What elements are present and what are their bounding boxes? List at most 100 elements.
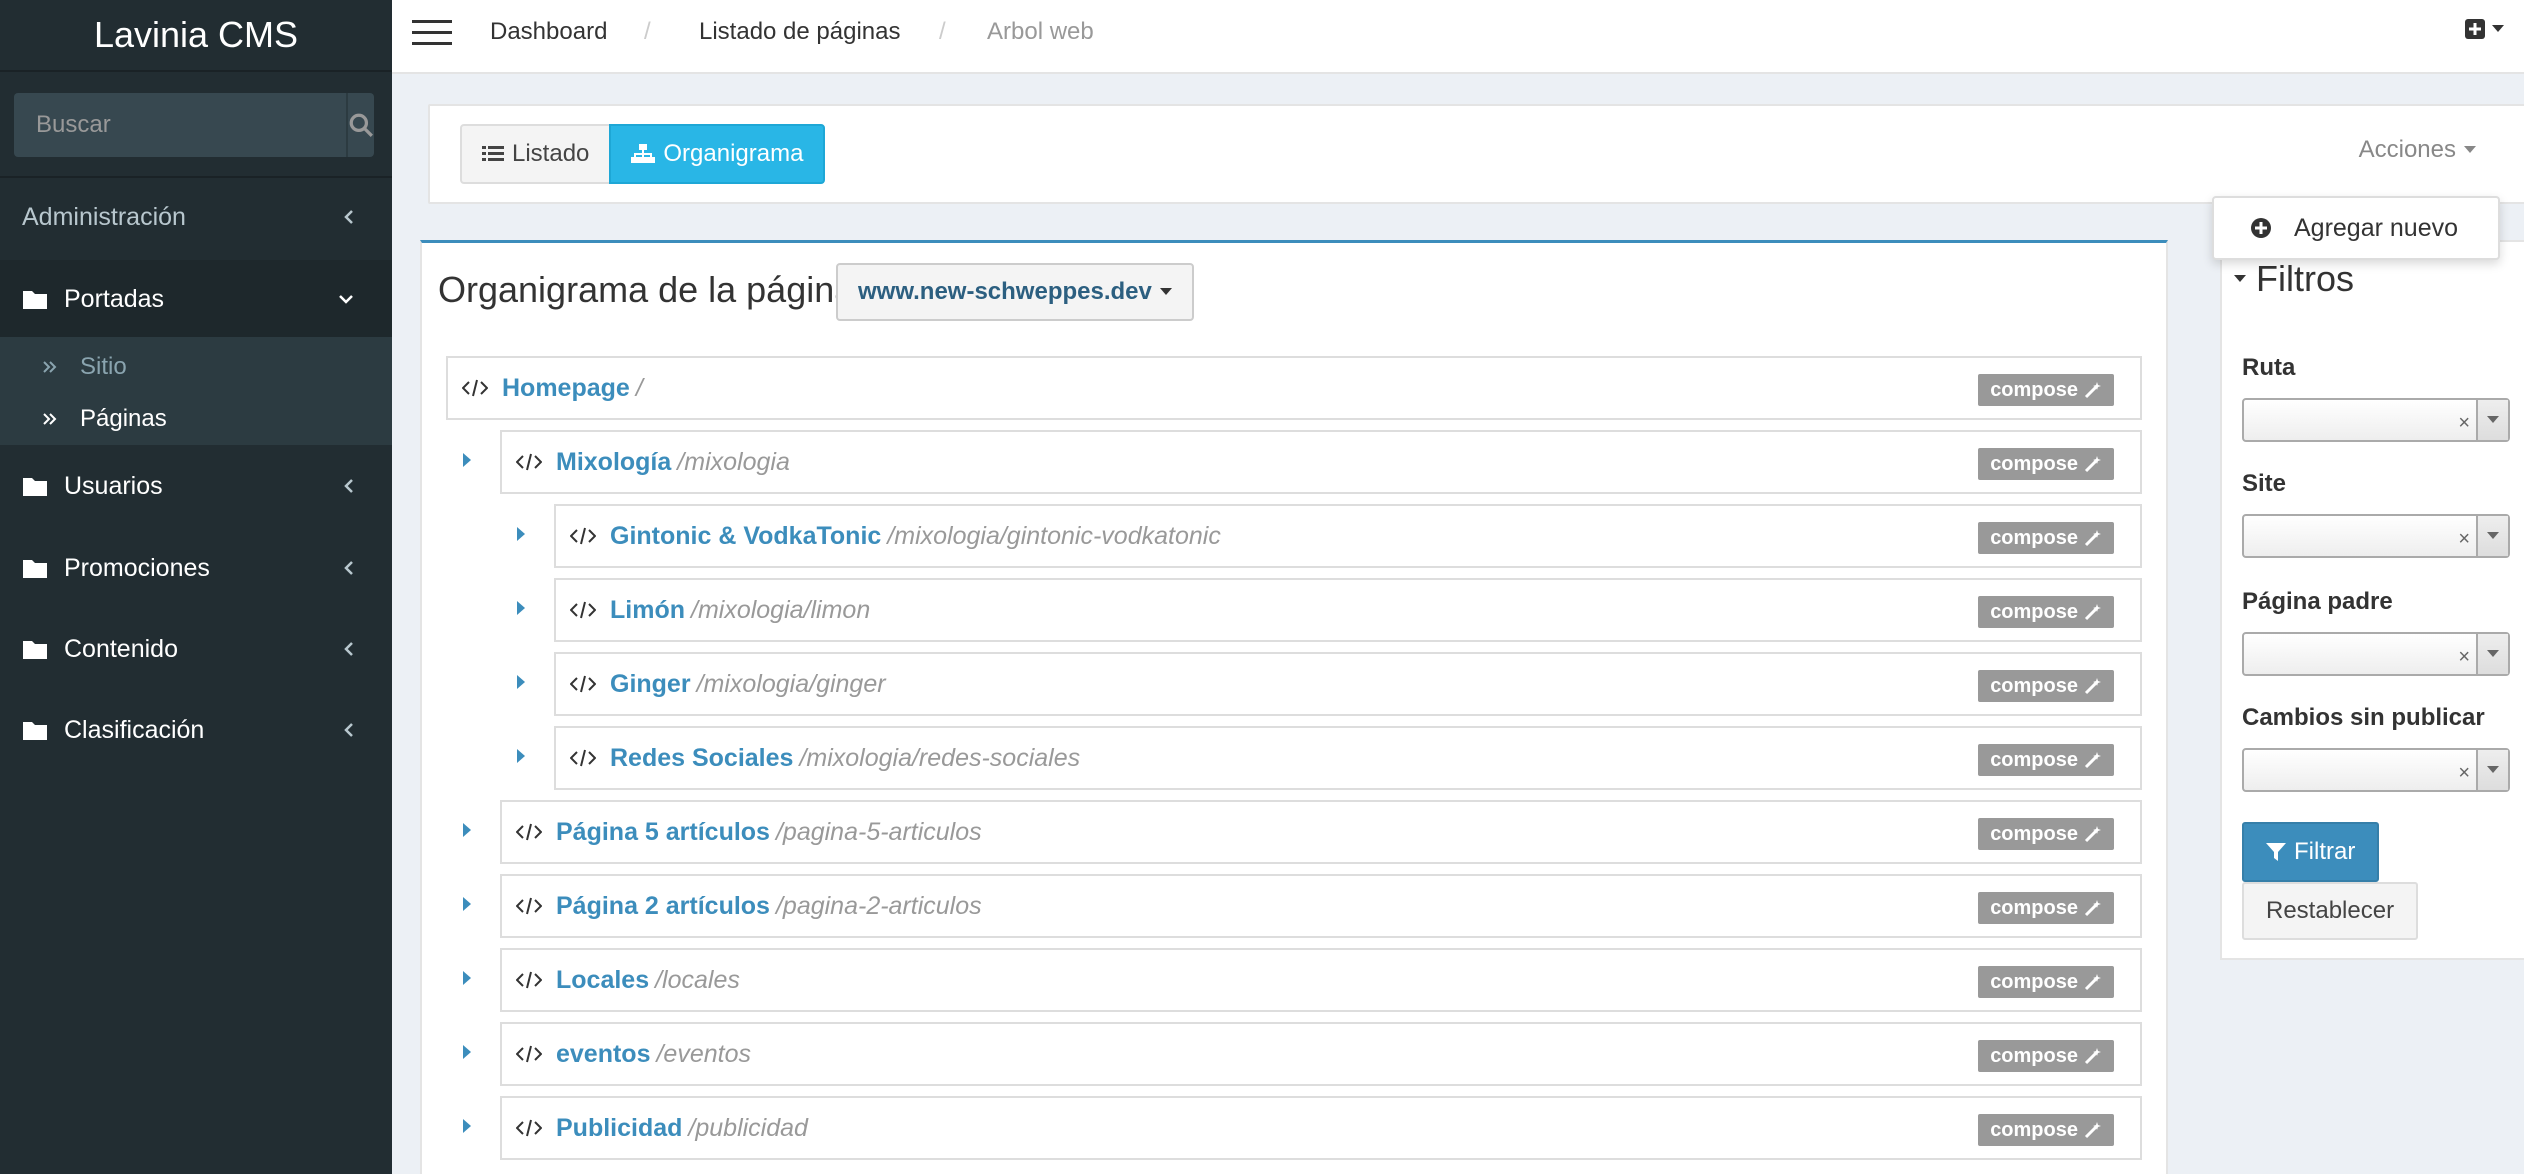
clear-icon[interactable]: × — [2458, 412, 2470, 435]
pagina-padre-select[interactable]: × — [2242, 632, 2510, 676]
compose-button[interactable]: compose — [1978, 670, 2114, 702]
caret-down-icon[interactable] — [2476, 516, 2508, 556]
page-tree-row: Publicidad/publicidad compose — [500, 1096, 2142, 1160]
sidebar-toggle-button[interactable] — [412, 18, 452, 48]
page-path: /mixologia/limon — [691, 595, 871, 624]
page-name-link[interactable]: Mixología — [556, 448, 671, 477]
sidebar-item-portadas[interactable]: Portadas — [0, 260, 392, 338]
chevron-left-icon — [342, 476, 356, 496]
page-tree-row: Ginger/mixologia/ginger compose — [554, 652, 2142, 716]
clear-icon[interactable]: × — [2458, 528, 2470, 551]
folder-icon — [22, 288, 50, 310]
compose-label: compose — [1990, 526, 2078, 549]
compose-button[interactable]: compose — [1978, 596, 2114, 628]
chevron-left-icon — [342, 207, 356, 227]
breadcrumb-separator: / — [939, 18, 946, 45]
cambios-sin-publicar-select[interactable]: × — [2242, 748, 2510, 792]
caret-down-icon[interactable] — [2476, 634, 2508, 674]
page-name-link[interactable]: Página 5 artículos — [556, 818, 770, 847]
acciones-dropdown-toggle[interactable]: Acciones — [2359, 136, 2476, 164]
expand-caret-icon[interactable] — [462, 1118, 472, 1134]
plus-square-icon — [2464, 18, 2486, 40]
page-path: /mixologia/gintonic-vodkatonic — [887, 521, 1221, 550]
page-name-link[interactable]: eventos — [556, 1040, 650, 1069]
compose-button[interactable]: compose — [1978, 1114, 2114, 1146]
search-button[interactable] — [346, 93, 374, 157]
acciones-label: Acciones — [2358, 136, 2456, 163]
expand-caret-icon[interactable] — [462, 970, 472, 986]
page-name-link[interactable]: Locales — [556, 966, 649, 995]
pagina-padre-label: Página padre — [2242, 588, 2393, 615]
compose-label: compose — [1990, 452, 2078, 475]
page-name-link[interactable]: Homepage — [502, 374, 630, 403]
sidebar-subitem-sitio[interactable]: Sitio — [42, 343, 127, 391]
expand-caret-icon[interactable] — [462, 1044, 472, 1060]
organigrama-view-button[interactable]: Organigrama — [609, 124, 826, 184]
site-select[interactable]: × — [2242, 514, 2510, 558]
compose-button[interactable]: compose — [1978, 374, 2114, 406]
sidebar-subitem-paginas[interactable]: Páginas — [42, 395, 167, 443]
code-icon — [570, 527, 596, 545]
page-title: Organigrama de la página — [438, 269, 855, 310]
breadcrumb-dashboard[interactable]: Dashboard — [490, 0, 607, 64]
search-input[interactable] — [14, 93, 346, 157]
page-path: /pagina-5-articulos — [775, 817, 982, 846]
expand-caret-icon[interactable] — [462, 822, 472, 838]
agregar-nuevo-menu-item[interactable]: Agregar nuevo — [2294, 214, 2458, 243]
code-icon — [516, 971, 542, 989]
clear-icon[interactable]: × — [2458, 762, 2470, 785]
filters-header[interactable]: Filtros — [2234, 258, 2354, 300]
expand-caret-icon[interactable] — [516, 674, 526, 690]
sitemap-icon — [631, 144, 656, 164]
compose-button[interactable]: compose — [1978, 522, 2114, 554]
add-menu-button[interactable] — [2464, 18, 2504, 40]
restablecer-button[interactable]: Restablecer — [2242, 882, 2419, 940]
sidebar-item-promociones[interactable]: Promociones — [0, 529, 392, 607]
expand-caret-icon[interactable] — [516, 600, 526, 616]
filtrar-button[interactable]: Filtrar — [2242, 822, 2380, 882]
site-select-button[interactable]: www.new-schweppes.dev — [836, 263, 1194, 321]
page-tree-row: Mixología/mixologia compose — [500, 430, 2142, 494]
clear-icon[interactable]: × — [2458, 646, 2470, 669]
page-tree-row: Página 2 artículos/pagina-2-articulos com… — [500, 874, 2142, 938]
expand-caret-icon[interactable] — [516, 748, 526, 764]
compose-button[interactable]: compose — [1978, 892, 2114, 924]
compose-button[interactable]: compose — [1978, 448, 2114, 480]
listado-view-button[interactable]: Listado — [460, 124, 612, 184]
folder-icon — [22, 638, 50, 660]
expand-caret-icon[interactable] — [516, 526, 526, 542]
breadcrumb-separator: / — [644, 18, 651, 45]
compose-button[interactable]: compose — [1978, 966, 2114, 998]
page-name-link[interactable]: Página 2 artículos — [556, 892, 770, 921]
compose-button[interactable]: compose — [1978, 818, 2114, 850]
page-name-link[interactable]: Gintonic & VodkaTonic — [610, 522, 881, 551]
sidebar-item-administracion[interactable]: Administración — [0, 178, 392, 256]
view-toolbar: Listado Organigrama Acciones — [428, 104, 2524, 204]
caret-down-icon[interactable] — [2476, 750, 2508, 790]
compose-button[interactable]: compose — [1978, 1040, 2114, 1072]
compose-button[interactable]: compose — [1978, 744, 2114, 776]
page-tree-row: eventos/eventos compose — [500, 1022, 2142, 1086]
ruta-select[interactable]: × — [2242, 398, 2510, 442]
plus-circle-icon — [2250, 217, 2272, 239]
expand-caret-icon[interactable] — [462, 896, 472, 912]
caret-down-icon — [2234, 275, 2246, 283]
page-name-link[interactable]: Publicidad — [556, 1114, 682, 1143]
app-logo[interactable]: Lavinia CMS — [0, 0, 392, 72]
cambios-sin-publicar-label: Cambios sin publicar — [2242, 704, 2485, 731]
sidebar-item-contenido[interactable]: Contenido — [0, 610, 392, 688]
sidebar-search — [14, 93, 374, 157]
expand-caret-icon[interactable] — [462, 452, 472, 468]
chevron-left-icon — [342, 558, 356, 578]
caret-down-icon — [1159, 288, 1172, 296]
page-name-link[interactable]: Redes Sociales — [610, 744, 793, 773]
code-icon — [570, 675, 596, 693]
code-icon — [516, 453, 542, 471]
page-name-link[interactable]: Limón — [610, 596, 685, 625]
sidebar-item-clasificacion[interactable]: Clasificación — [0, 691, 392, 769]
sidebar-item-label: Administración — [22, 202, 186, 231]
page-name-link[interactable]: Ginger — [610, 670, 691, 699]
breadcrumb-listado-paginas[interactable]: Listado de páginas — [699, 0, 901, 64]
caret-down-icon[interactable] — [2476, 400, 2508, 440]
sidebar-item-usuarios[interactable]: Usuarios — [0, 447, 392, 525]
